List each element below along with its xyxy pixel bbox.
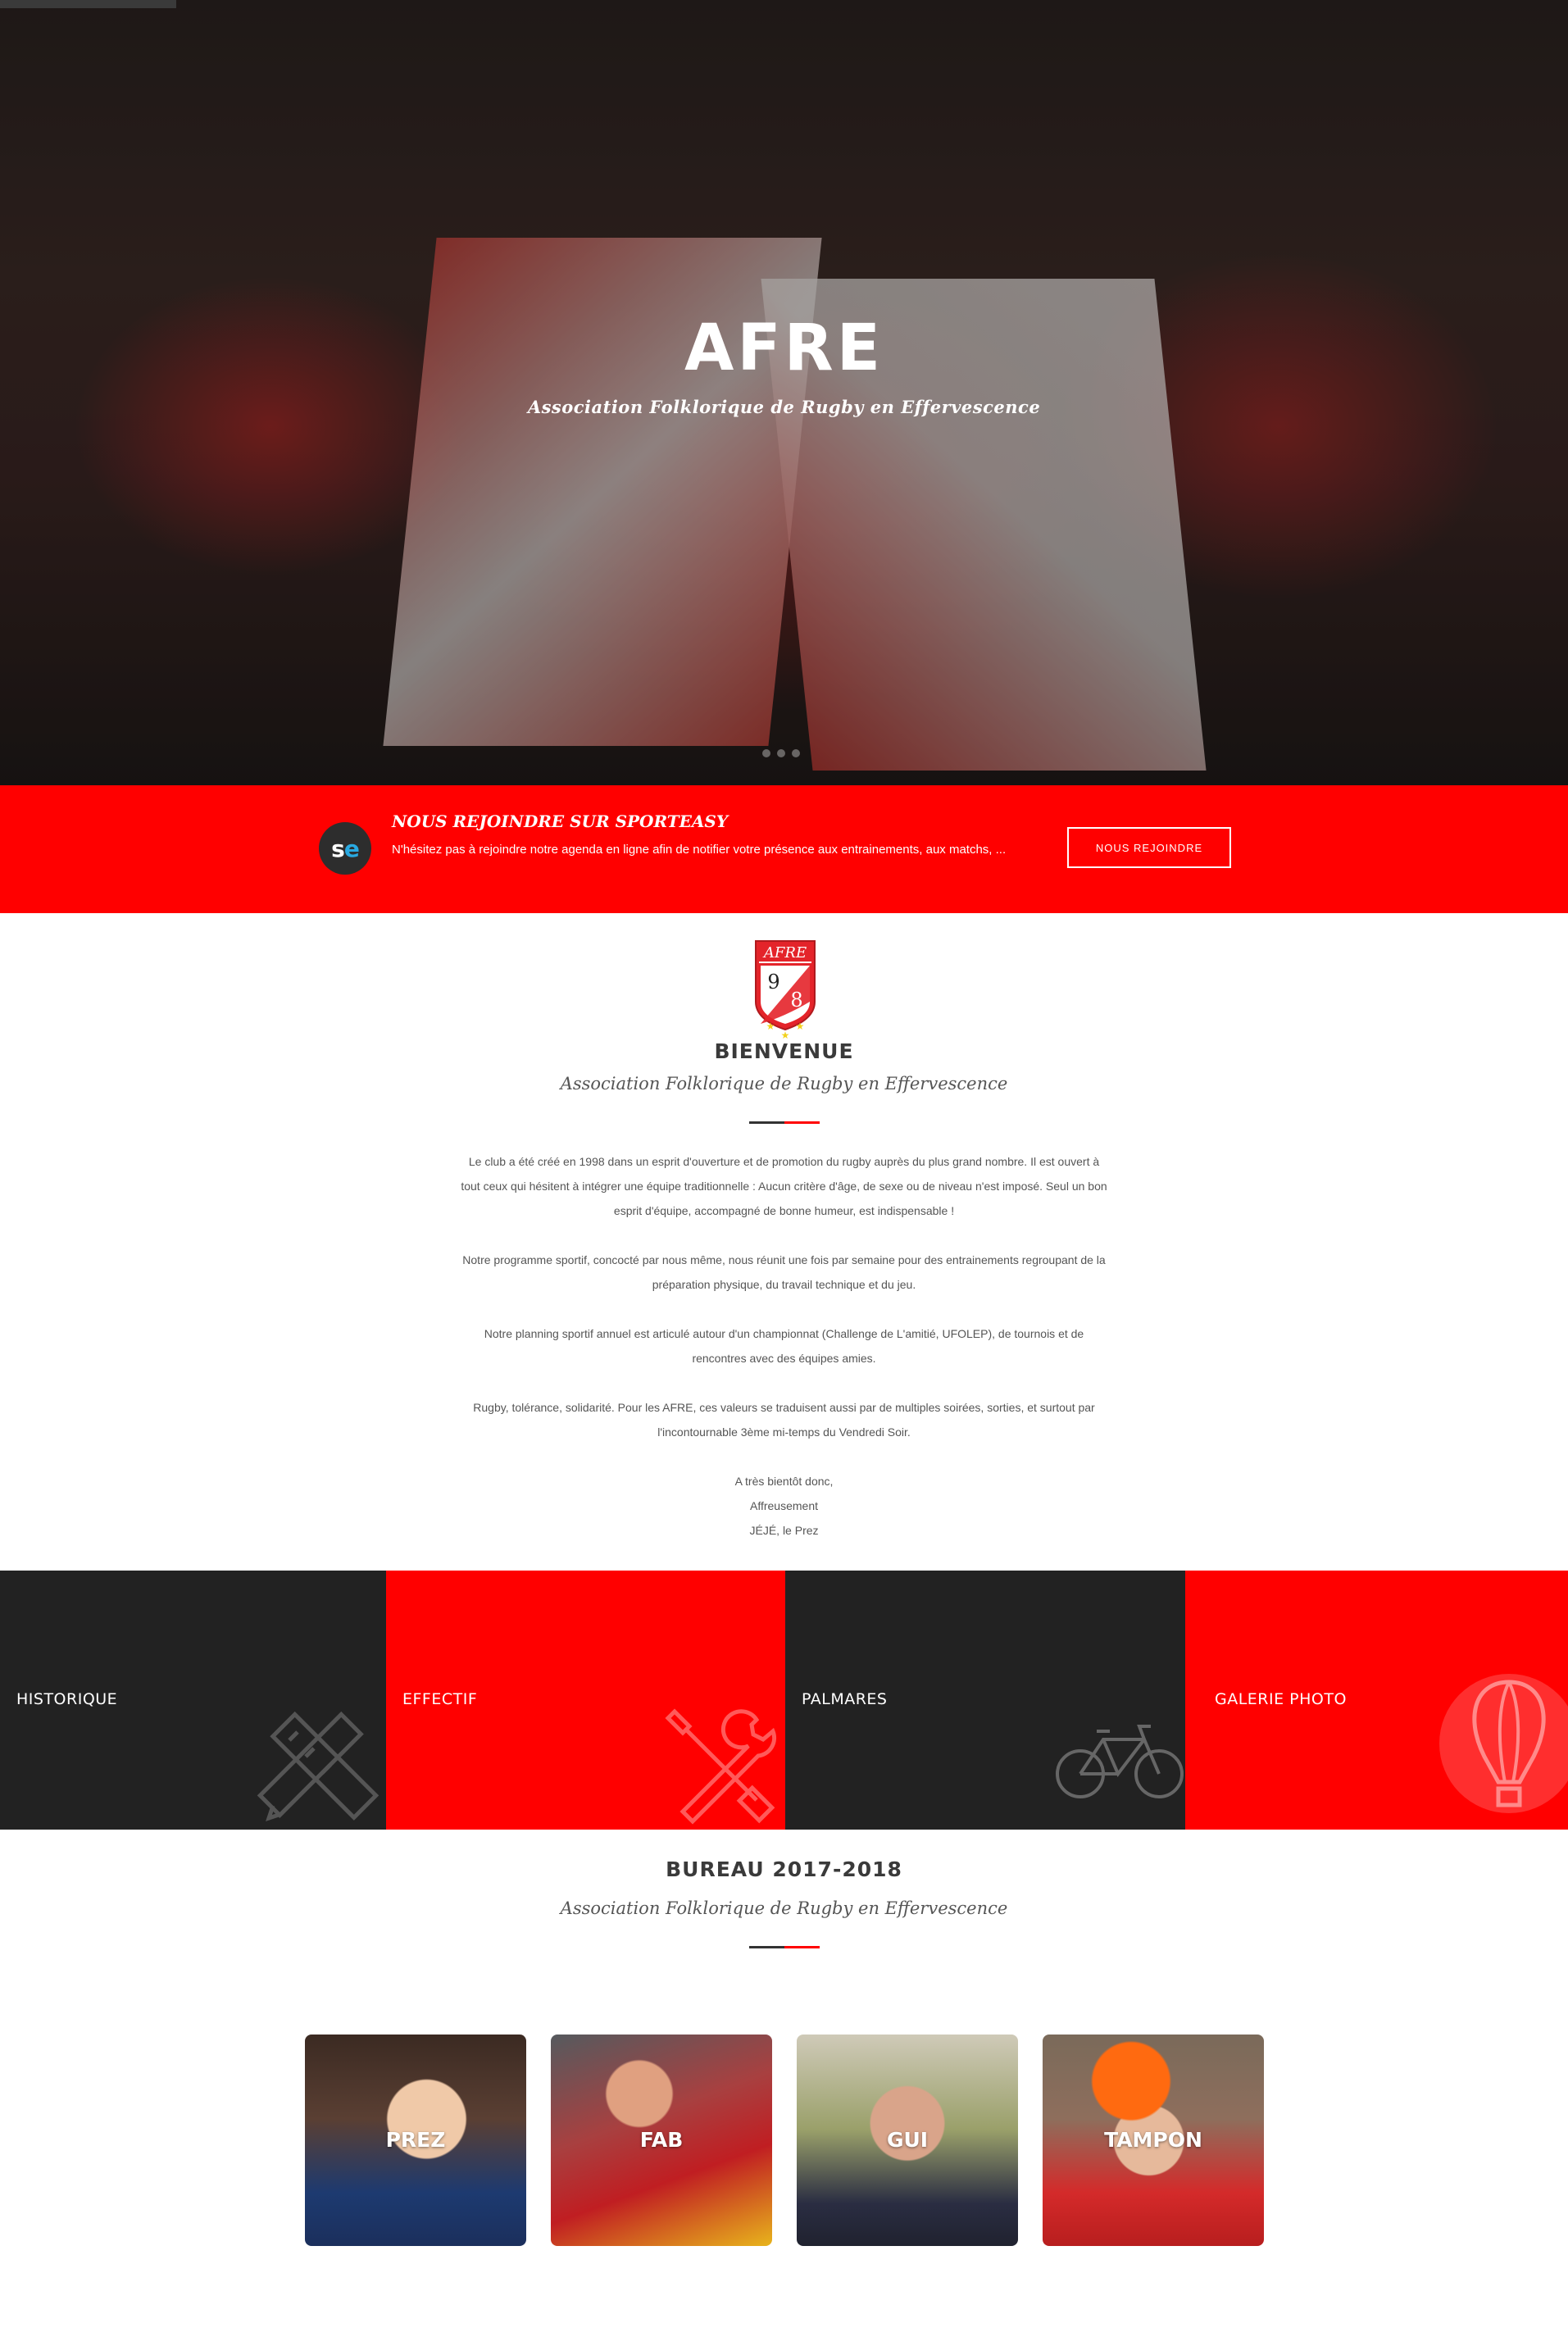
hero-title: AFRE — [684, 311, 884, 385]
bicycle-icon — [1056, 1725, 1184, 1798]
sporteasy-logo-icon: se — [319, 822, 371, 875]
banner-text: N'hésitez pas à rejoindre notre agenda e… — [392, 843, 1007, 857]
tile-effectif[interactable]: EFFECTIF — [386, 1571, 785, 1830]
member-card-prez[interactable]: PREZ — [305, 2035, 526, 2246]
member-name: TAMPON — [1104, 2128, 1202, 2152]
member-name: PREZ — [385, 2128, 446, 2152]
welcome-paragraph: Le club a été créé en 1998 dans un espri… — [461, 1155, 1107, 1217]
banner-title: NOUS REJOINDRE SUR SPORTEASY — [392, 812, 729, 831]
join-button[interactable]: NOUS REJOINDRE — [1067, 827, 1231, 868]
bureau-title: BUREAU 2017-2018 — [666, 1857, 902, 1881]
tools-icon — [665, 1708, 777, 1825]
member-card-tampon[interactable]: TAMPON — [1043, 2035, 1264, 2246]
slider-dots — [762, 749, 800, 757]
tile-label: HISTORIQUE — [16, 1690, 118, 1708]
crest-text: AFRE — [762, 944, 807, 962]
tile-galerie-photo[interactable]: GALERIE PHOTO — [1185, 1571, 1568, 1830]
member-name: GUI — [886, 2128, 929, 2152]
member-card-gui[interactable]: GUI — [797, 2035, 1018, 2246]
welcome-paragraph: Notre programme sportif, concocté par no… — [462, 1253, 1106, 1291]
pencil-ruler-icon — [257, 1711, 380, 1821]
balloon-icon — [1439, 1674, 1568, 1813]
tile-label: GALERIE PHOTO — [1215, 1690, 1347, 1708]
closing-line: JÉJÉ, le Prez — [749, 1524, 819, 1537]
hero-subtitle: Association Folklorique de Rugby en Effe… — [527, 397, 1041, 417]
svg-text:★: ★ — [796, 1021, 805, 1032]
tile-label: EFFECTIF — [402, 1690, 478, 1708]
member-name: FAB — [639, 2128, 684, 2152]
slider-dot[interactable] — [792, 749, 800, 757]
hero-slider: AFRE Association Folklorique de Rugby en… — [0, 0, 1568, 785]
slider-dot[interactable] — [762, 749, 770, 757]
bureau-divider — [749, 1946, 820, 1948]
slider-dot[interactable] — [777, 749, 785, 757]
closing-line: Affreusement — [749, 1499, 818, 1512]
feature-tiles: HISTORIQUE EFFECTIF PALMARES GALERIE PHO… — [0, 1571, 1568, 1830]
bureau-members: PREZ FAB GUI TAMPON — [305, 2035, 1264, 2246]
svg-text:9: 9 — [767, 971, 779, 993]
welcome-text: Le club a été créé en 1998 dans un espri… — [459, 1149, 1109, 1543]
welcome-title: BIENVENUE — [714, 1039, 854, 1063]
welcome-paragraph: Rugby, tolérance, solidarité. Pour les A… — [473, 1401, 1095, 1439]
top-bar — [0, 0, 176, 8]
welcome-paragraph: Notre planning sportif annuel est articu… — [484, 1327, 1084, 1365]
tile-historique[interactable]: HISTORIQUE — [0, 1571, 386, 1830]
bureau-subtitle: Association Folklorique de Rugby en Effe… — [560, 1898, 1008, 1918]
welcome-divider — [749, 1121, 820, 1124]
svg-text:★: ★ — [766, 1021, 775, 1032]
member-card-fab[interactable]: FAB — [551, 2035, 772, 2246]
closing-line: A très bientôt donc, — [734, 1475, 834, 1488]
svg-text:8: 8 — [790, 989, 802, 1012]
tile-palmares[interactable]: PALMARES — [785, 1571, 1185, 1830]
tile-label: PALMARES — [802, 1690, 888, 1708]
welcome-subtitle: Association Folklorique de Rugby en Effe… — [560, 1074, 1008, 1093]
club-crest-logo: AFRE 9 8 ★ ★ ★ — [755, 940, 816, 1041]
